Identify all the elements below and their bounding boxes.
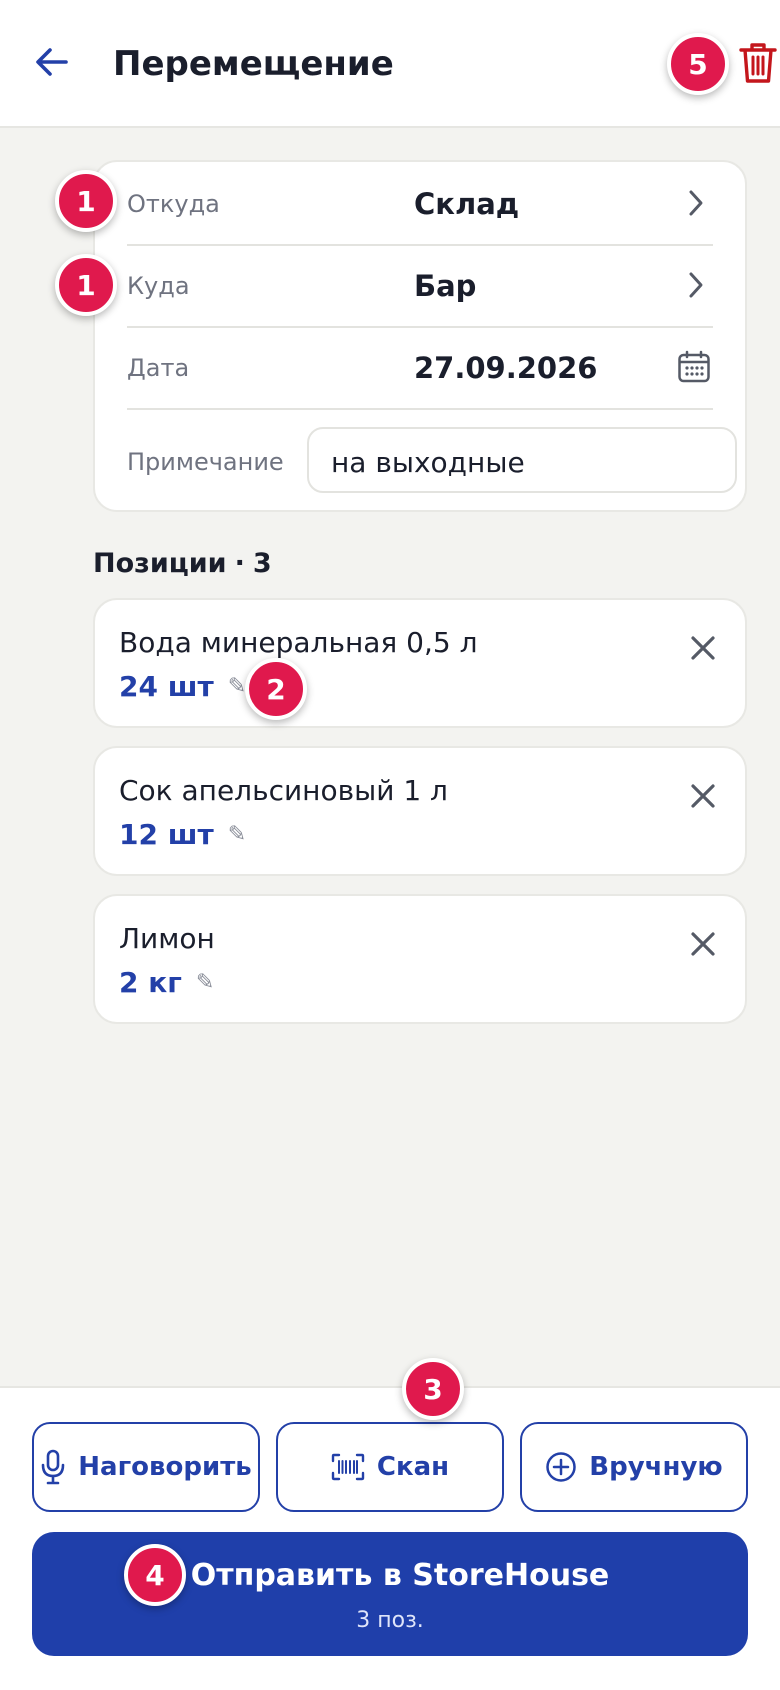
item-qty-value: 24 шт [119, 670, 214, 703]
page-title: Перемещение [113, 44, 394, 84]
barcode-icon [331, 1453, 365, 1481]
scan-button[interactable]: Скан [276, 1422, 504, 1512]
positions-heading: Позиции · 3 [93, 548, 272, 579]
close-icon[interactable] [689, 782, 717, 810]
note-input[interactable]: на выходные [307, 427, 737, 493]
chevron-right-icon [689, 190, 703, 216]
step-badge-2: 2 [245, 658, 307, 720]
to-label: Куда [127, 272, 190, 300]
plus-circle-icon [546, 1452, 577, 1482]
positions-title: Позиции [93, 548, 227, 579]
to-value: Бар [414, 269, 477, 303]
positions-count: 3 [252, 548, 272, 579]
scan-button-label: Скан [376, 1452, 450, 1482]
step-badge-4: 4 [124, 1544, 186, 1606]
step-badge-1: 1 [55, 170, 117, 232]
app-header: Перемещение [0, 0, 780, 128]
chevron-right-icon [689, 272, 703, 298]
item-quantity[interactable]: 2 кг ✎ [119, 966, 214, 999]
item-qty-value: 2 кг [119, 966, 182, 999]
list-item[interactable]: Вода минеральная 0,5 л 24 шт ✎ [93, 598, 747, 728]
voice-button[interactable]: Наговорить [32, 1422, 260, 1512]
item-name: Сок апельсиновый 1 л [119, 774, 448, 807]
note-label: Примечание [127, 448, 284, 476]
item-quantity[interactable]: 24 шт ✎ [119, 670, 246, 703]
list-item[interactable]: Лимон 2 кг ✎ [93, 894, 747, 1024]
note-value: на выходные [331, 446, 525, 479]
date-label: Дата [127, 354, 190, 382]
calendar-icon[interactable] [677, 350, 711, 384]
to-row[interactable]: Куда Бар [127, 244, 713, 328]
send-button-subtitle: 3 поз. [356, 1608, 424, 1633]
item-name: Лимон [119, 922, 215, 955]
voice-button-label: Наговорить [78, 1452, 252, 1482]
list-item[interactable]: Сок апельсиновый 1 л 12 шт ✎ [93, 746, 747, 876]
pencil-icon[interactable]: ✎ [228, 822, 246, 847]
manual-button[interactable]: Вручную [520, 1422, 748, 1512]
from-value: Склад [414, 187, 520, 221]
from-label: Откуда [127, 190, 220, 218]
close-icon[interactable] [689, 634, 717, 662]
manual-button-label: Вручную [589, 1452, 723, 1482]
date-row[interactable]: Дата 27.09.2026 [127, 326, 713, 410]
item-name: Вода минеральная 0,5 л [119, 626, 478, 659]
close-icon[interactable] [689, 930, 717, 958]
microphone-icon [41, 1449, 65, 1485]
pencil-icon[interactable]: ✎ [196, 970, 214, 995]
arrow-left-icon[interactable] [30, 40, 74, 84]
pencil-icon[interactable]: ✎ [228, 674, 246, 699]
trash-icon[interactable] [737, 40, 779, 86]
step-badge-1: 1 [55, 254, 117, 316]
step-badge-5: 5 [667, 33, 729, 95]
item-qty-value: 12 шт [119, 818, 214, 851]
positions-separator: · [234, 548, 245, 579]
from-row[interactable]: Откуда Склад [127, 162, 713, 246]
item-quantity[interactable]: 12 шт ✎ [119, 818, 246, 851]
step-badge-3: 3 [402, 1358, 464, 1420]
date-value: 27.09.2026 [414, 351, 598, 385]
